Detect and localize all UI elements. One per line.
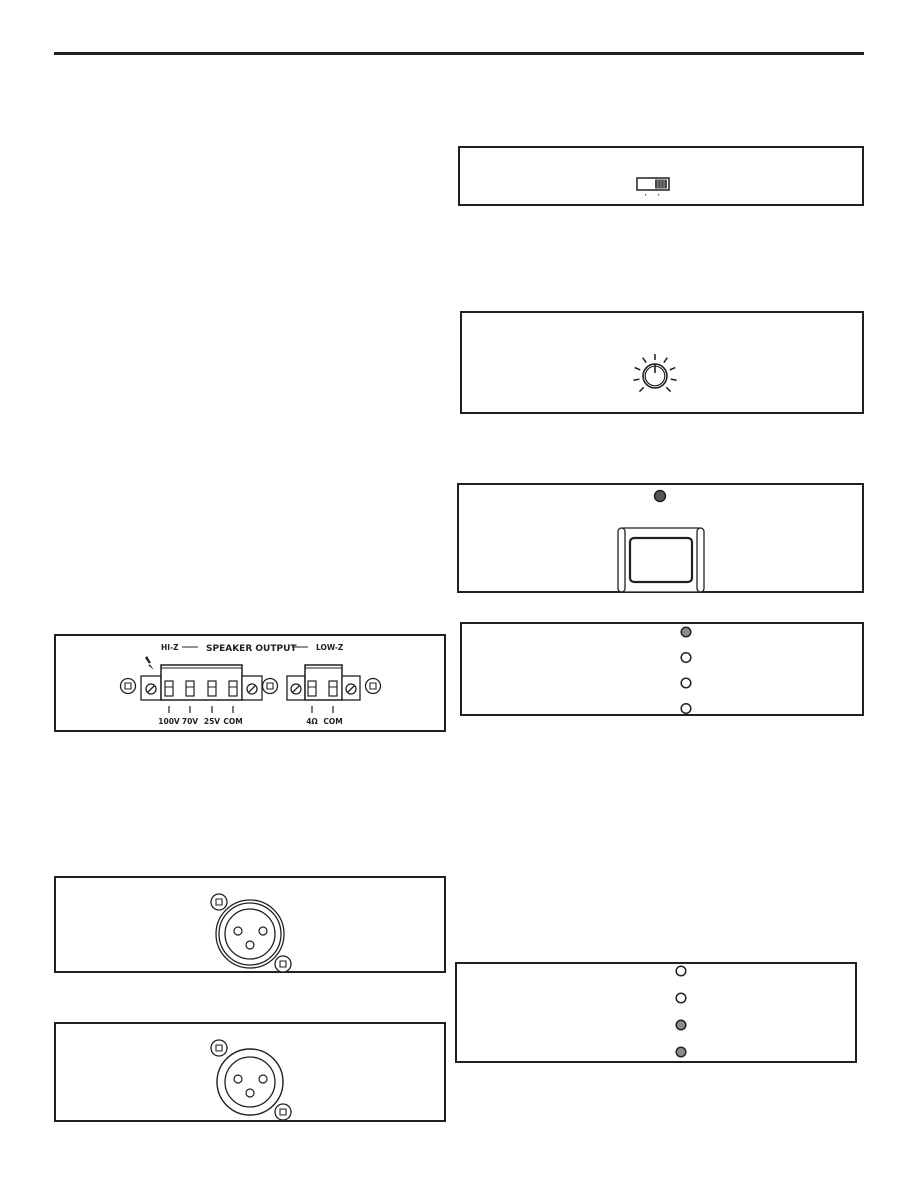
terminal-slot[interactable] [185, 680, 195, 697]
terminal-label: 70V [182, 717, 198, 726]
rotary-knob-icon[interactable] [625, 346, 685, 406]
meter-led-off [675, 965, 687, 977]
terminal-label: 25V [204, 717, 220, 726]
terminal-label: COM [223, 717, 242, 726]
level-knob-panel [460, 311, 864, 414]
terminal-slot[interactable] [307, 680, 317, 697]
power-led-icon [653, 489, 667, 503]
xlr-female-connector-icon[interactable] [204, 1034, 300, 1124]
power-panel [457, 483, 864, 593]
meter-led-off [680, 702, 692, 715]
knob-tick [633, 378, 640, 382]
mounting-screw-icon [274, 1103, 292, 1121]
mounting-screw-icon [210, 1039, 228, 1057]
speaker-output-diagram: HI-Z SPEAKER OUTPUT LOW-Z 100V 70V 25V COM … [119, 643, 382, 726]
terminal-label: 100V [158, 717, 180, 726]
knob-tick [665, 386, 672, 393]
low-z-label: LOW-Z [316, 643, 344, 652]
meter-panel-top [460, 622, 864, 716]
slide-switch-icon[interactable] [636, 177, 676, 199]
meter-led-lit [680, 626, 692, 638]
led-meter [680, 626, 692, 715]
meter-led-off [675, 992, 687, 1004]
mounting-screw-icon [274, 955, 292, 973]
mounting-screw-icon [119, 677, 137, 695]
led-meter [675, 965, 687, 1058]
rocker-switch-icon[interactable] [617, 526, 705, 594]
meter-led-off [680, 677, 692, 689]
knob-tick [634, 366, 641, 371]
knob-tick [670, 378, 677, 382]
mounting-screw-icon [364, 677, 382, 695]
hi-z-label: HI-Z [161, 643, 179, 652]
meter-led-lit [675, 1019, 687, 1031]
terminal-label: 4Ω [306, 717, 318, 726]
knob-tick [663, 357, 668, 364]
knob-tick [638, 386, 645, 393]
terminal-slot[interactable] [207, 680, 217, 697]
terminal-slot[interactable] [328, 680, 338, 697]
mounting-screw-icon [261, 677, 279, 695]
speaker-output-title: SPEAKER OUTPUT [206, 644, 297, 654]
terminal-slot[interactable] [164, 680, 174, 697]
knob-tick [642, 357, 647, 364]
mounting-screw-icon [210, 893, 228, 911]
meter-led-lit [675, 1046, 687, 1058]
header-rule [54, 52, 864, 55]
xlr-panel-2 [54, 1022, 446, 1122]
knob-tick [669, 366, 676, 371]
meter-led-off [680, 651, 692, 664]
terminal-label: COM [323, 717, 342, 726]
mode-switch-panel [458, 146, 864, 206]
meter-panel-bottom [455, 962, 857, 1063]
terminal-slot[interactable] [228, 680, 238, 697]
speaker-output-panel: HI-Z SPEAKER OUTPUT LOW-Z 100V 70V 25V COM … [54, 634, 446, 732]
lightning-bolt-icon [145, 656, 154, 670]
xlr-female-connector-icon[interactable] [204, 886, 300, 976]
xlr-panel-1 [54, 876, 446, 973]
